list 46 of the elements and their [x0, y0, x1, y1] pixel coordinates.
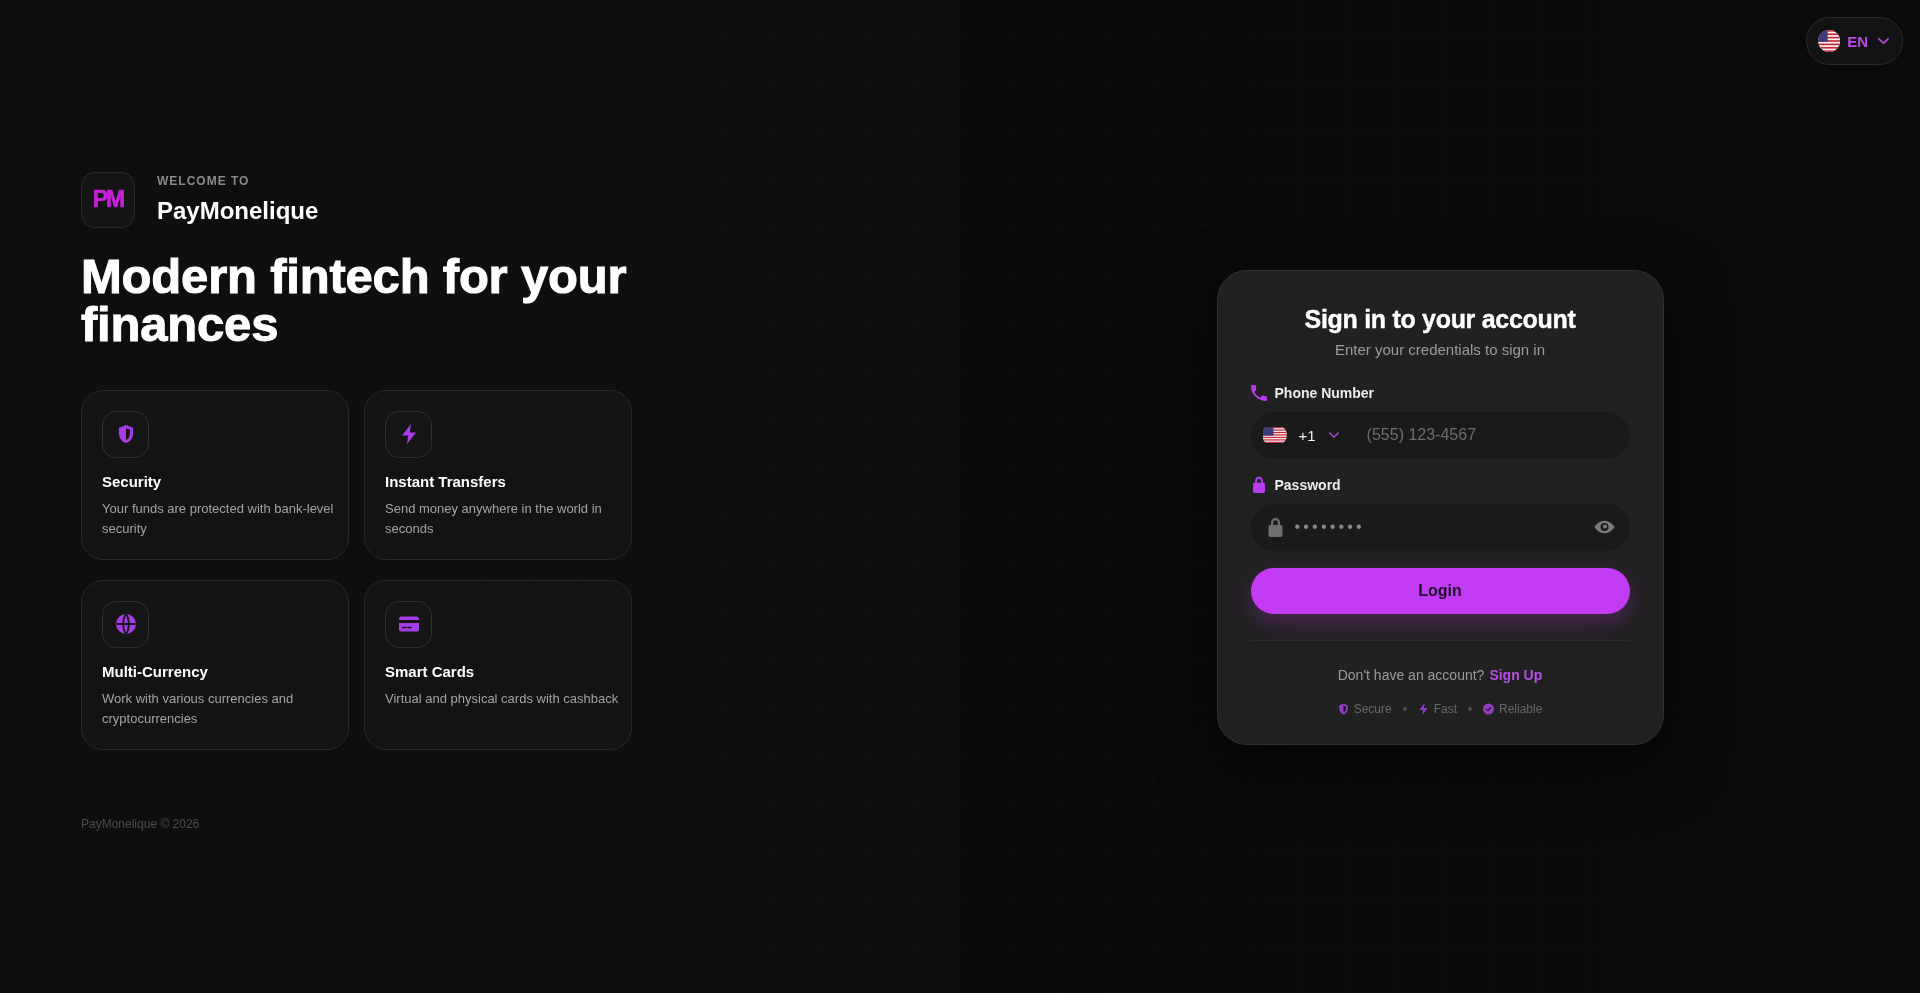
sign-up-link[interactable]: Sign Up: [1489, 664, 1543, 685]
welcome-label: WELCOME TO: [157, 173, 250, 189]
dot-icon: [1468, 706, 1472, 711]
feature-title: Multi-Currency: [102, 661, 208, 682]
badge-label: Reliable: [1499, 700, 1543, 717]
field-label: Phone Number: [1274, 384, 1375, 401]
dot-icon: [1402, 706, 1407, 711]
flag-icon: [1262, 427, 1287, 443]
form-title: Sign in to your account: [1304, 303, 1576, 335]
country-code-selector[interactable]: +1: [1250, 411, 1339, 459]
feature-description: Virtual and physical cards with cashback: [385, 689, 619, 708]
phone-field[interactable]: +1 (555) 123-4567: [1250, 411, 1630, 459]
shield-icon: [102, 410, 149, 458]
feature-description: Send money anywhere in the world in seconds: [385, 499, 603, 538]
badge-label: Fast: [1433, 700, 1457, 717]
phone-icon: [1250, 384, 1267, 401]
language-selector[interactable]: EN: [1806, 17, 1903, 65]
check-circle-icon: [1483, 702, 1494, 715]
credit-card-icon: [385, 600, 432, 648]
phone-number-input[interactable]: (555) 123-4567: [1366, 420, 1616, 450]
globe-icon: [102, 600, 149, 648]
form-subtitle: Enter your credentials to sign in: [1334, 339, 1546, 360]
eye-icon[interactable]: [1593, 520, 1615, 534]
flag-icon: [1818, 30, 1841, 52]
copyright-text: PayMonelique © 2026: [81, 815, 200, 832]
logo: PM: [81, 171, 135, 228]
chevron-down-icon: [1878, 38, 1889, 44]
feature-description: Work with various currencies and cryptocurrencies: [102, 689, 295, 728]
lightning-bolt-icon: [385, 410, 432, 458]
lightning-bolt-icon: [1417, 702, 1429, 715]
password-field[interactable]: ••••••••: [1250, 503, 1630, 551]
chevron-down-icon: [1328, 432, 1339, 438]
feature-title: Security: [102, 471, 162, 492]
feature-title: Instant Transfers: [385, 471, 506, 492]
password-input[interactable]: ••••••••: [1294, 512, 1582, 542]
feature-title: Smart Cards: [385, 661, 475, 682]
shield-icon: [1337, 702, 1349, 715]
lock-icon: [1252, 476, 1265, 493]
lock-icon: [1267, 517, 1283, 537]
badge-label: Secure: [1353, 700, 1392, 717]
field-label: Password: [1274, 476, 1341, 493]
brand-name: PayMonelique: [157, 196, 319, 226]
headline: Modern fintech for your finances: [81, 251, 628, 348]
signup-prompt: Don't have an account?: [1337, 665, 1485, 685]
login-button[interactable]: Login: [1250, 567, 1630, 614]
feature-description: Your funds are protected with bank-level security: [102, 499, 335, 538]
